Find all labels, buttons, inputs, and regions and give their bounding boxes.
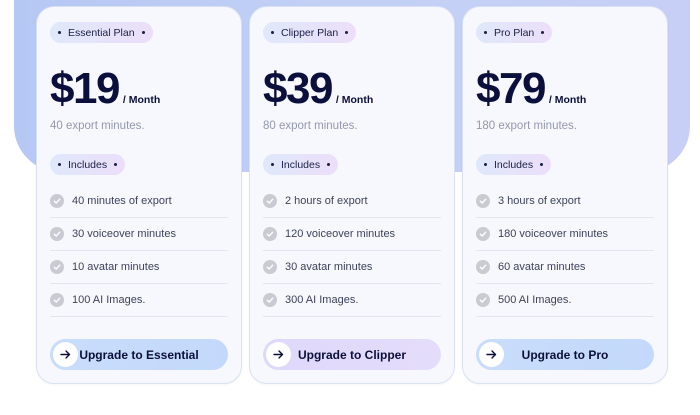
bullet-dot-icon [271, 163, 274, 166]
includes-badge: Includes [263, 154, 339, 175]
plan-name-badge: Clipper Plan [263, 22, 357, 43]
price-period: / Month [548, 94, 587, 106]
feature-text: 300 AI Images. [285, 294, 359, 306]
feature-text: 120 voiceover minutes [285, 228, 396, 240]
feature-item: 10 avatar minutes [50, 251, 228, 284]
feature-text: 3 hours of export [498, 195, 581, 207]
price-row: $19 / Month [50, 63, 228, 111]
pricing-card-pro: Pro Plan $79 / Month 180 export minutes.… [462, 6, 668, 384]
check-circle-icon [50, 227, 64, 241]
bullet-dot-icon [345, 31, 349, 34]
check-circle-icon [263, 194, 277, 208]
plan-name: Essential Plan [68, 26, 135, 39]
check-circle-icon [50, 293, 64, 307]
feature-text: 30 voiceover minutes [72, 228, 176, 240]
plan-name-badge: Pro Plan [476, 22, 553, 43]
plan-name: Clipper Plan [281, 26, 339, 39]
price-row: $39 / Month [263, 63, 441, 111]
feature-list: 2 hours of export 120 voiceover minutes … [263, 185, 441, 317]
plan-subtitle: 40 export minutes. [50, 120, 145, 132]
plan-subtitle: 180 export minutes. [476, 120, 578, 132]
feature-item: 30 avatar minutes [263, 251, 441, 284]
price-period: / Month [122, 94, 161, 106]
bullet-dot-icon [327, 163, 331, 166]
bullet-dot-icon [141, 31, 145, 34]
feature-text: 40 minutes of export [72, 195, 172, 207]
upgrade-button-label: Upgrade to Pro [521, 347, 609, 362]
feature-item: 100 AI Images. [50, 284, 228, 317]
check-circle-icon [263, 260, 277, 274]
includes-label: Includes [281, 158, 321, 171]
arrow-right-icon [53, 342, 78, 367]
feature-text: 500 AI Images. [498, 294, 572, 306]
feature-text: 100 AI Images. [72, 294, 146, 306]
upgrade-pro-button[interactable]: Upgrade to Pro [476, 339, 654, 370]
includes-badge: Includes [50, 154, 126, 175]
bullet-dot-icon [484, 31, 487, 34]
upgrade-clipper-button[interactable]: Upgrade to Clipper [263, 339, 441, 370]
feature-list: 3 hours of export 180 voiceover minutes … [476, 185, 654, 317]
bullet-dot-icon [540, 163, 544, 166]
feature-text: 10 avatar minutes [72, 261, 160, 273]
feature-text: 2 hours of export [285, 195, 368, 207]
arrow-right-icon [266, 342, 291, 367]
feature-item: 60 avatar minutes [476, 251, 654, 284]
feature-item: 2 hours of export [263, 185, 441, 218]
includes-label: Includes [68, 158, 108, 171]
upgrade-button-label: Upgrade to Essential [79, 347, 199, 362]
feature-item: 30 voiceover minutes [50, 218, 228, 251]
check-circle-icon [50, 194, 64, 208]
includes-badge: Includes [476, 154, 552, 175]
feature-text: 60 avatar minutes [498, 261, 586, 273]
plan-name: Pro Plan [494, 26, 535, 39]
upgrade-essential-button[interactable]: Upgrade to Essential [50, 339, 228, 370]
feature-item: 120 voiceover minutes [263, 218, 441, 251]
feature-item: 40 minutes of export [50, 185, 228, 218]
feature-text: 180 voiceover minutes [498, 228, 609, 240]
plan-name-badge: Essential Plan [50, 22, 153, 43]
feature-item: 300 AI Images. [263, 284, 441, 317]
bullet-dot-icon [541, 31, 545, 34]
price-period: / Month [335, 94, 374, 106]
bullet-dot-icon [58, 31, 61, 34]
feature-item: 3 hours of export [476, 185, 654, 218]
plan-price: $39 [263, 64, 333, 113]
plan-subtitle: 80 export minutes. [263, 120, 358, 132]
plan-price: $79 [476, 64, 546, 113]
bullet-dot-icon [58, 163, 61, 166]
bullet-dot-icon [271, 31, 274, 34]
upgrade-button-label: Upgrade to Clipper [297, 347, 406, 362]
check-circle-icon [476, 194, 490, 208]
feature-list: 40 minutes of export 30 voiceover minute… [50, 185, 228, 317]
bullet-dot-icon [484, 163, 487, 166]
includes-label: Includes [494, 158, 534, 171]
check-circle-icon [476, 227, 490, 241]
pricing-card-clipper: Clipper Plan $39 / Month 80 export minut… [249, 6, 455, 384]
feature-item: 500 AI Images. [476, 284, 654, 317]
price-row: $79 / Month [476, 63, 654, 111]
check-circle-icon [263, 293, 277, 307]
check-circle-icon [476, 260, 490, 274]
check-circle-icon [476, 293, 490, 307]
bullet-dot-icon [114, 163, 118, 166]
plan-price: $19 [50, 64, 120, 113]
arrow-right-icon [479, 342, 504, 367]
feature-text: 30 avatar minutes [285, 261, 373, 273]
check-circle-icon [50, 260, 64, 274]
check-circle-icon [263, 227, 277, 241]
feature-item: 180 voiceover minutes [476, 218, 654, 251]
pricing-card-essential: Essential Plan $19 / Month 40 export min… [36, 6, 242, 384]
